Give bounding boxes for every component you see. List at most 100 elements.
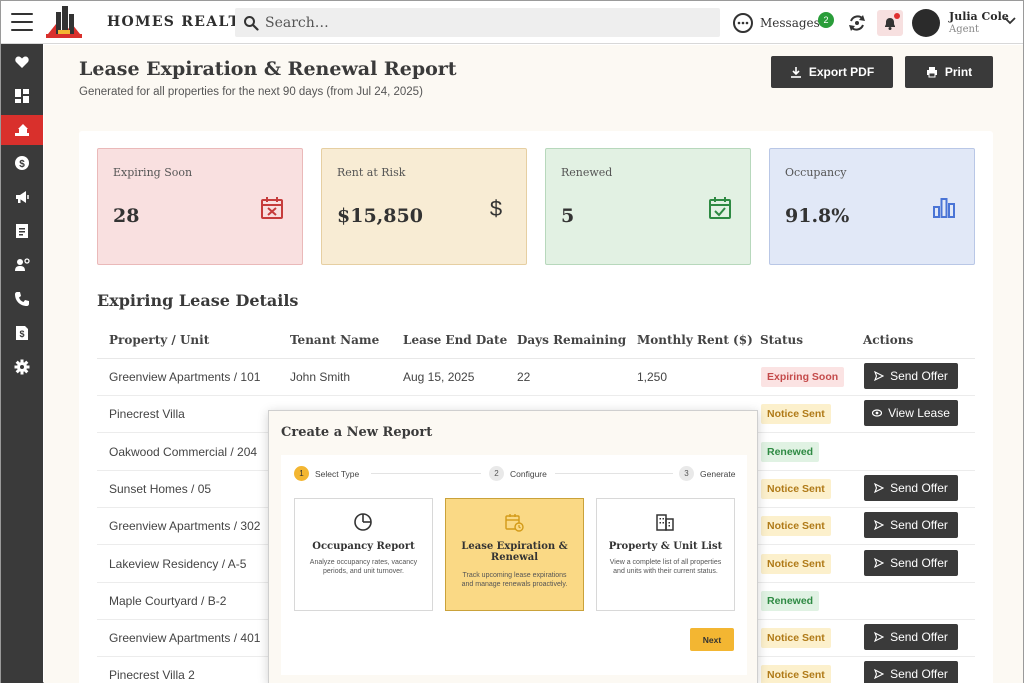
print-label: Print (944, 65, 973, 79)
action-label: Send Offer (890, 480, 948, 495)
column-header-property[interactable]: Property / Unit (109, 333, 209, 347)
card-value: $15,850 (337, 205, 423, 227)
cell-end-date: Aug 15, 2025 (403, 370, 475, 384)
step-select-type: 1 Select Type (294, 466, 359, 481)
send-offer-button[interactable]: Send Offer (864, 549, 958, 576)
status-badge: Notice Sent (761, 516, 831, 537)
card-value: 91.8% (785, 205, 850, 227)
messages-button[interactable]: Messages (732, 12, 820, 34)
cell-property: Greenview Apartments / 401 (109, 631, 261, 646)
action-label: View Lease (888, 406, 950, 421)
modal-title: Create a New Report (281, 425, 433, 440)
send-icon (874, 632, 885, 643)
card-value: 5 (561, 205, 575, 227)
messages-count-badge: 2 (818, 12, 834, 28)
action-label: Send Offer (890, 555, 948, 570)
calendar-clock-icon (505, 514, 524, 532)
svg-text:$: $ (19, 329, 24, 339)
step-label: Select Type (315, 468, 360, 479)
type-card-occupancy[interactable]: Occupancy Report Analyze occupancy rates… (294, 498, 433, 611)
top-bar: HOMES REALTY Messages 2 Julia Cole Agent (1, 1, 1023, 44)
search-bar[interactable] (235, 8, 720, 37)
export-pdf-button[interactable]: Export PDF (771, 56, 893, 88)
type-description: Analyze occupancy rates, vacancy periods… (309, 559, 418, 575)
send-icon (874, 482, 885, 493)
next-button[interactable]: Next (690, 628, 734, 651)
column-header-tenant[interactable]: Tenant Name (290, 333, 379, 347)
step-number: 1 (294, 466, 309, 481)
sidebar-item-dashboard[interactable] (1, 81, 43, 111)
user-role: Agent (949, 24, 979, 35)
messages-label: Messages (760, 16, 820, 30)
type-card-property-unit-list[interactable]: Property & Unit List View a complete lis… (596, 498, 735, 611)
card-label: Expiring Soon (113, 166, 193, 179)
sidebar-item-payments[interactable]: $ (1, 148, 43, 178)
printer-icon (926, 67, 937, 78)
menu-icon[interactable] (11, 13, 33, 31)
notification-dot (894, 13, 900, 19)
search-input[interactable] (265, 14, 705, 31)
step-generate: 3 Generate (679, 466, 735, 481)
send-offer-button[interactable]: Send Offer (864, 363, 958, 389)
svg-text:$: $ (19, 159, 25, 170)
view-lease-button[interactable]: View Lease (864, 400, 958, 427)
type-description: Track upcoming lease expirations and man… (461, 572, 568, 588)
avatar[interactable] (912, 9, 940, 37)
bar-chart-icon (933, 198, 955, 218)
status-badge: Renewed (761, 441, 820, 462)
notifications-button[interactable] (877, 10, 903, 36)
sidebar-item-documents[interactable] (1, 216, 43, 246)
type-name: Occupancy Report (312, 541, 415, 552)
sidebar-item-marketing[interactable] (1, 182, 43, 212)
gear-icon (14, 359, 30, 375)
svg-text:$: $ (490, 196, 502, 221)
sidebar-item-favorites[interactable] (1, 47, 43, 77)
section-title: Expiring Lease Details (97, 291, 299, 310)
calendar-check-icon (709, 197, 731, 219)
send-offer-button[interactable]: Send Offer (864, 624, 958, 651)
column-header-rent[interactable]: Monthly Rent ($) (637, 333, 753, 347)
column-header-days[interactable]: Days Remaining (517, 333, 626, 347)
eye-icon (872, 409, 883, 417)
step-connector (555, 473, 673, 474)
status-badge: Notice Sent (761, 404, 831, 425)
modal-body: 1 Select Type 2 Configure 3 Generate Occ… (281, 455, 747, 675)
cell-property: Pinecrest Villa 2 (109, 668, 195, 683)
logo-icon (46, 6, 82, 38)
card-renewed: Renewed 5 (545, 148, 751, 265)
table-row: Greenview Apartments / 101 John Smith Aug … (97, 359, 975, 396)
sidebar-item-tenants[interactable] (1, 250, 43, 280)
dollar-circle-icon: $ (15, 156, 29, 170)
column-header-actions: Actions (863, 333, 914, 347)
column-header-status[interactable]: Status (760, 333, 803, 347)
search-icon (244, 15, 259, 31)
sidebar-item-invoices[interactable]: $ (1, 318, 43, 348)
hand-house-icon (15, 124, 29, 136)
send-offer-button[interactable]: Send Offer (864, 512, 958, 539)
sidebar-item-properties[interactable] (1, 115, 43, 145)
send-icon (874, 520, 885, 531)
print-button[interactable]: Print (905, 56, 993, 88)
chevron-down-icon[interactable] (1004, 17, 1016, 25)
send-offer-button[interactable]: Send Offer (864, 474, 958, 501)
status-badge: Notice Sent (761, 553, 831, 574)
cell-property: Greenview Apartments / 101 (109, 370, 261, 384)
sync-icon[interactable] (846, 12, 868, 34)
card-rent-at-risk: Rent at Risk $15,850 $ (321, 148, 527, 265)
card-occupancy: Occupancy 91.8% (769, 148, 975, 265)
user-info[interactable]: Julia Cole Agent (949, 10, 1009, 35)
column-header-end-date[interactable]: Lease End Date (403, 333, 507, 347)
status-badge: Notice Sent (761, 628, 831, 649)
cell-property: Maple Courtyard / B-2 (109, 593, 227, 608)
type-name: Lease Expiration & Renewal (461, 541, 568, 563)
sidebar-item-settings[interactable] (1, 352, 43, 382)
heart-icon (15, 56, 29, 68)
phone-icon (15, 292, 29, 306)
step-configure: 2 Configure (489, 466, 547, 481)
chat-bubble-icon (733, 13, 753, 33)
sidebar-item-calls[interactable] (1, 284, 43, 314)
type-card-lease-expiration[interactable]: Lease Expiration & Renewal Track upcomin… (445, 498, 584, 611)
document-icon (16, 224, 28, 238)
export-pdf-label: Export PDF (808, 65, 875, 79)
send-offer-button[interactable]: Send Offer (864, 661, 958, 683)
